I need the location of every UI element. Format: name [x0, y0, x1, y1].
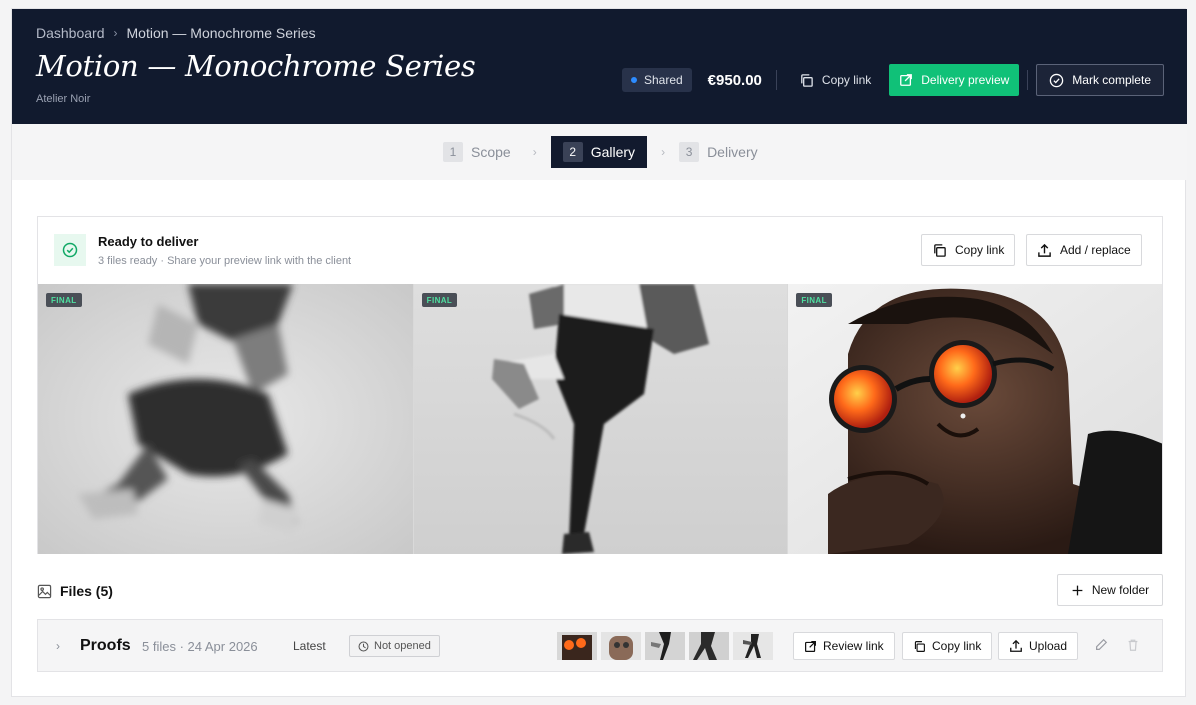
plus-icon [1072, 585, 1083, 595]
mark-complete-label: Mark complete [1072, 73, 1151, 87]
review-link-label: Review link [823, 639, 884, 653]
copy-link-button[interactable]: Copy link [902, 632, 993, 660]
latest-label: Latest [293, 639, 326, 653]
upload-icon [1010, 639, 1022, 652]
delivery-preview-label: Delivery preview [921, 73, 1010, 87]
check-circle-icon [1050, 73, 1064, 87]
breadcrumb-dashboard[interactable]: Dashboard [36, 25, 105, 41]
breadcrumb-current: Motion — Monochrome Series [126, 25, 316, 41]
mark-complete-button[interactable]: Mark complete [1036, 64, 1164, 96]
external-link-icon [805, 640, 816, 652]
page-title: Motion — Monochrome Series [36, 49, 476, 83]
status-dot-icon [630, 77, 637, 83]
status-badge: Shared [621, 68, 692, 92]
final-tag: FINAL [796, 293, 832, 307]
chevron-right-icon[interactable]: › [56, 639, 60, 653]
ready-to-deliver-card: Ready to deliver 3 files ready · Share y… [37, 216, 1163, 554]
add-replace-button[interactable]: Add / replace [1026, 234, 1142, 266]
divider [1027, 70, 1029, 90]
trash-icon[interactable] [1126, 638, 1140, 652]
copy-link-button[interactable]: Copy link [791, 64, 879, 96]
step-label: Scope [471, 144, 511, 160]
folder-status-label: Not opened [374, 640, 431, 652]
step-number: 1 [443, 142, 463, 162]
thumbnail[interactable] [733, 632, 773, 660]
new-folder-label: New folder [1091, 583, 1150, 597]
step-gallery[interactable]: 2 Gallery [550, 136, 648, 168]
ready-subtitle: 3 files ready · Share your preview link … [98, 255, 352, 267]
chevron-right-icon: › [532, 145, 537, 159]
app-frame: Dashboard › Motion — Monochrome Series M… [11, 8, 1187, 697]
step-label: Gallery [590, 144, 636, 160]
photo-man-orange-sunglasses [788, 284, 1163, 554]
step-scope[interactable]: 1 Scope [443, 136, 519, 168]
gallery-grid: FINAL FINAL FINAL [38, 284, 1163, 554]
step-label: Delivery [707, 144, 758, 160]
copy-icon [914, 640, 925, 652]
upload-button[interactable]: Upload [998, 632, 1079, 660]
step-delivery[interactable]: 3 Delivery [679, 136, 766, 168]
thumbnail[interactable] [689, 632, 729, 660]
folder-meta: 5 files · 24 Apr 2026 [142, 639, 258, 654]
external-link-icon [900, 74, 913, 86]
files-count-label: Files (5) [60, 583, 113, 599]
review-link-button[interactable]: Review link [793, 632, 895, 660]
upload-icon [1038, 243, 1051, 257]
upload-label: Upload [1029, 639, 1068, 653]
final-tag: FINAL [421, 293, 458, 307]
check-circle-icon [54, 234, 86, 266]
copy-icon [934, 243, 946, 257]
thumbnail[interactable] [645, 632, 685, 660]
thumbnail[interactable] [601, 632, 641, 660]
breadcrumb: Dashboard › Motion — Monochrome Series [36, 25, 316, 41]
clock-icon [358, 641, 369, 651]
delivery-preview-button[interactable]: Delivery preview [889, 64, 1020, 96]
copy-link-button[interactable]: Copy link [921, 234, 1016, 266]
thumbnail[interactable] [557, 632, 597, 660]
final-tag: FINAL [46, 293, 82, 307]
folder-status-badge: Not opened [349, 635, 440, 657]
folder-name: Proofs [80, 637, 131, 654]
gallery-photo[interactable]: FINAL [412, 284, 788, 554]
ready-title: Ready to deliver [98, 234, 199, 249]
divider [775, 70, 777, 90]
chevron-right-icon: › [661, 145, 666, 159]
step-number: 2 [562, 142, 583, 162]
project-header: Dashboard › Motion — Monochrome Series M… [12, 9, 1187, 124]
header-actions: Shared €950.00 Copy link Delivery previe… [621, 64, 1164, 96]
copy-icon [801, 73, 813, 87]
workflow-stepper: 1 Scope › 2 Gallery › 3 Delivery [12, 124, 1187, 180]
copy-link-label: Copy link [821, 73, 872, 87]
new-folder-button[interactable]: New folder [1057, 574, 1163, 606]
image-icon [37, 584, 52, 598]
gallery-photo[interactable]: FINAL [787, 284, 1163, 554]
copy-link-label: Copy link [955, 243, 1005, 257]
pencil-icon[interactable] [1094, 638, 1108, 652]
photo-dancer-jumping [38, 284, 413, 554]
status-label: Shared [643, 73, 683, 87]
project-price: €950.00 [707, 71, 762, 89]
folder-row-proofs[interactable]: › Proofs 5 files · 24 Apr 2026 Latest No… [37, 619, 1163, 672]
add-replace-label: Add / replace [1060, 243, 1131, 257]
client-name: Atelier Noir [36, 93, 91, 105]
breadcrumb-separator-icon: › [113, 26, 118, 40]
step-number: 3 [679, 142, 700, 162]
copy-link-label: Copy link [932, 639, 982, 653]
files-heading: Files (5) [37, 583, 113, 599]
folder-thumbnails [557, 632, 773, 660]
gallery-photo[interactable]: FINAL [38, 284, 413, 554]
photo-dancer-kicking [413, 284, 788, 554]
